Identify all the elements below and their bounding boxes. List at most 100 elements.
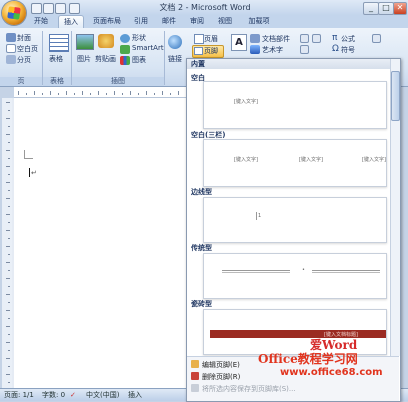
group-separator bbox=[164, 31, 165, 85]
equation-button[interactable]: 公式 bbox=[341, 34, 355, 44]
window-title: 文档 2 - Microsoft Word bbox=[159, 3, 251, 12]
proofing-icon[interactable]: ✓ bbox=[70, 389, 76, 401]
ruler-tick bbox=[6, 134, 10, 135]
smartart-button[interactable]: SmartArt bbox=[132, 44, 164, 52]
status-language[interactable]: 中文(中国) bbox=[86, 389, 119, 401]
ruler-tick bbox=[8, 206, 10, 207]
picture-icon bbox=[76, 34, 94, 50]
status-words[interactable]: 字数: 0 bbox=[42, 389, 65, 401]
remove-footer-label: 删除页脚(R) bbox=[202, 373, 241, 381]
cover-page-button[interactable]: 封面 bbox=[17, 33, 31, 43]
tab-page-layout[interactable]: 页面布局 bbox=[88, 15, 126, 27]
table-button[interactable]: 表格 bbox=[49, 54, 63, 64]
ruler-tick bbox=[6, 182, 10, 183]
ruler-tick bbox=[170, 93, 171, 95]
close-button[interactable]: ✕ bbox=[393, 2, 407, 15]
footer-option-blank-three-column[interactable]: [键入文字] [键入文字] [键入文字] bbox=[203, 139, 387, 187]
quick-access-dropdown-icon[interactable] bbox=[69, 3, 80, 14]
picture-button[interactable]: 图片 bbox=[77, 54, 91, 64]
links-button[interactable]: 链接 bbox=[168, 54, 182, 64]
datetime-icon[interactable] bbox=[300, 45, 309, 54]
footer-option-sideline[interactable]: 1 bbox=[203, 197, 387, 243]
redo-icon[interactable] bbox=[55, 3, 66, 14]
chart-button[interactable]: 图表 bbox=[132, 55, 146, 65]
ruler-tick bbox=[74, 93, 75, 95]
tab-home[interactable]: 开始 bbox=[30, 15, 52, 27]
ruler-tick bbox=[34, 91, 35, 95]
gallery-scroll-thumb[interactable] bbox=[391, 71, 400, 121]
group-label-table: 表格 bbox=[43, 77, 71, 86]
sideline-mark bbox=[256, 212, 257, 220]
tab-mailings[interactable]: 邮件 bbox=[158, 15, 180, 27]
placeholder-text: [键入文字] bbox=[299, 157, 323, 163]
clipart-icon bbox=[98, 34, 114, 48]
ruler-tick bbox=[8, 158, 10, 159]
ruler-tick bbox=[6, 166, 10, 167]
margin-corner-mark bbox=[24, 150, 33, 159]
docparts-button[interactable]: 文档部件 bbox=[262, 34, 290, 44]
page-break-button[interactable]: 分页 bbox=[17, 55, 31, 65]
placeholder-text: [键入文字] bbox=[234, 157, 258, 163]
tab-view[interactable]: 视图 bbox=[214, 15, 236, 27]
shapes-button[interactable]: 形状 bbox=[132, 33, 146, 43]
save-to-gallery-icon bbox=[191, 384, 199, 392]
ruler-tick bbox=[138, 93, 139, 95]
wordart-button[interactable]: 艺术字 bbox=[262, 45, 283, 55]
table-icon bbox=[49, 34, 69, 52]
tab-insert[interactable]: 插入 bbox=[58, 15, 84, 28]
document-page[interactable] bbox=[14, 98, 192, 388]
save-icon[interactable] bbox=[31, 3, 42, 14]
ruler-tick bbox=[162, 91, 163, 95]
save-to-gallery-label: 将所选内容保存到页脚库(S)... bbox=[202, 385, 296, 393]
remove-footer-item[interactable]: 删除页脚(R) bbox=[191, 372, 240, 383]
gallery-section-header: 内置 bbox=[187, 59, 395, 69]
edit-footer-item[interactable]: 编辑页脚(E) bbox=[191, 360, 240, 371]
ruler-tick bbox=[6, 262, 10, 263]
tab-review[interactable]: 审阅 bbox=[186, 15, 208, 27]
ruler-tick bbox=[6, 214, 10, 215]
ruler-tick bbox=[114, 91, 115, 95]
undo-icon[interactable] bbox=[43, 3, 54, 14]
ruler-tick bbox=[8, 286, 10, 287]
number-icon[interactable] bbox=[372, 34, 381, 43]
rule-right bbox=[312, 270, 380, 273]
clipart-button[interactable]: 剪贴画 bbox=[95, 54, 116, 64]
object-icon[interactable] bbox=[312, 34, 321, 43]
header-button[interactable]: 页眉 bbox=[204, 34, 218, 44]
rule-left bbox=[222, 270, 290, 273]
signature-line-icon[interactable] bbox=[300, 34, 309, 43]
ruler-tick bbox=[18, 91, 19, 95]
office-button[interactable] bbox=[2, 1, 26, 25]
ruler-tick bbox=[8, 110, 10, 111]
ruler-tick bbox=[8, 126, 10, 127]
maximize-button[interactable]: □ bbox=[378, 2, 394, 15]
footer-button[interactable]: 页脚 bbox=[204, 46, 218, 56]
horizontal-ruler[interactable] bbox=[14, 87, 192, 98]
tab-addins[interactable]: 加载项 bbox=[244, 15, 274, 27]
gallery-item-name: 边线型 bbox=[191, 188, 212, 196]
save-to-gallery-item[interactable]: 将所选内容保存到页脚库(S)... bbox=[191, 384, 296, 395]
ruler-tick bbox=[66, 91, 67, 95]
ruler-tick bbox=[8, 142, 10, 143]
status-page[interactable]: 页面: 1/1 bbox=[4, 389, 34, 401]
blank-page-button[interactable]: 空白页 bbox=[17, 44, 38, 54]
docparts-icon bbox=[250, 34, 260, 43]
ruler-tick bbox=[6, 358, 10, 359]
status-mode[interactable]: 插入 bbox=[128, 389, 142, 401]
watermark-line2: www.office68.com bbox=[280, 367, 383, 378]
ruler-tick bbox=[8, 350, 10, 351]
ruler-tick bbox=[6, 102, 10, 103]
ruler-tick bbox=[6, 198, 10, 199]
ruler-tick bbox=[50, 91, 51, 95]
footer-option-blank[interactable]: [键入文字] bbox=[203, 81, 387, 129]
page-number-mark: • bbox=[302, 267, 305, 273]
shapes-icon bbox=[120, 34, 130, 43]
ruler-tick bbox=[122, 93, 123, 95]
ruler-tick bbox=[8, 334, 10, 335]
text-cursor bbox=[29, 168, 30, 177]
minimize-button[interactable]: _ bbox=[363, 2, 379, 15]
footer-option-traditional[interactable]: • bbox=[203, 253, 387, 299]
symbol-button[interactable]: 符号 bbox=[341, 45, 355, 55]
links-icon bbox=[168, 35, 182, 49]
tab-references[interactable]: 引用 bbox=[130, 15, 152, 27]
